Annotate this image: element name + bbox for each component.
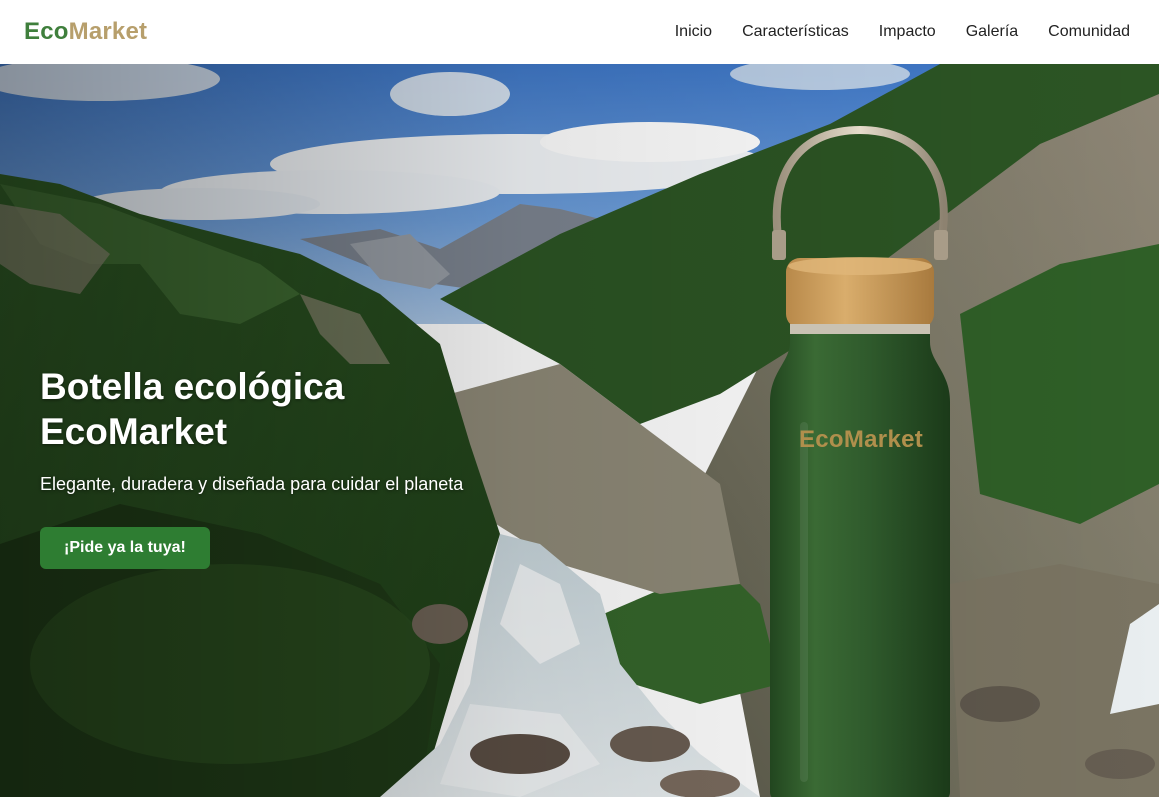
nav-link-impacto[interactable]: Impacto: [879, 23, 936, 41]
logo-market-text: Market: [68, 18, 148, 45]
nav-link-comunidad[interactable]: Comunidad: [1048, 23, 1130, 41]
hero-title-line1: Botella ecológica: [40, 366, 345, 407]
nav-link-caracteristicas[interactable]: Características: [742, 23, 849, 41]
hero-text-block: Botella ecológica EcoMarket Elegante, du…: [40, 364, 560, 569]
hero-title-line2: EcoMarket: [40, 411, 228, 452]
bottle-logo-text: EcoMarket: [798, 426, 924, 453]
hero-title: Botella ecológica EcoMarket: [40, 364, 560, 454]
hero-section: Botella ecológica EcoMarket Elegante, du…: [0, 64, 1159, 797]
nav-link-galeria[interactable]: Galería: [966, 23, 1018, 41]
bottle-product-image: [770, 125, 950, 797]
hero-subtitle: Elegante, duradera y diseñada para cuida…: [40, 474, 464, 494]
brand-logo[interactable]: Eco Market: [24, 18, 147, 46]
nav-link-inicio[interactable]: Inicio: [675, 23, 712, 41]
logo-eco-text: Eco: [24, 18, 69, 45]
order-now-button[interactable]: ¡Pide ya la tuya!: [40, 527, 210, 569]
site-header: Eco Market Inicio Características Impacto…: [0, 0, 1159, 64]
main-nav: Inicio Características Impacto Galería C…: [675, 23, 1130, 41]
